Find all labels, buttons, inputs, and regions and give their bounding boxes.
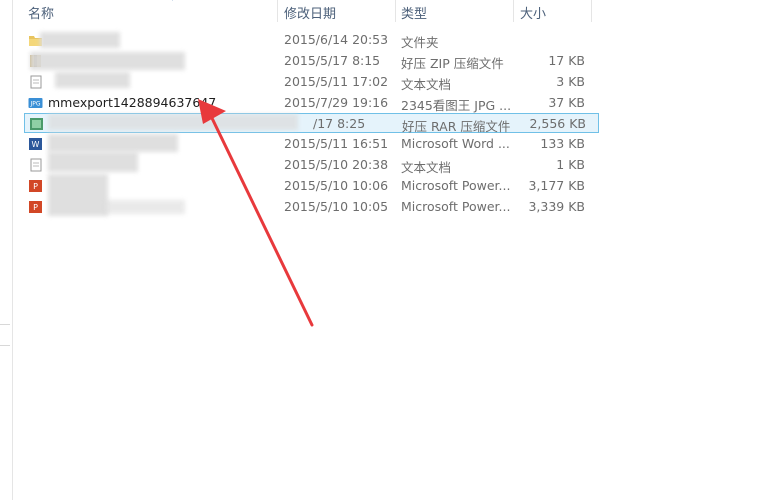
annotation-arrow-icon [198, 99, 314, 327]
